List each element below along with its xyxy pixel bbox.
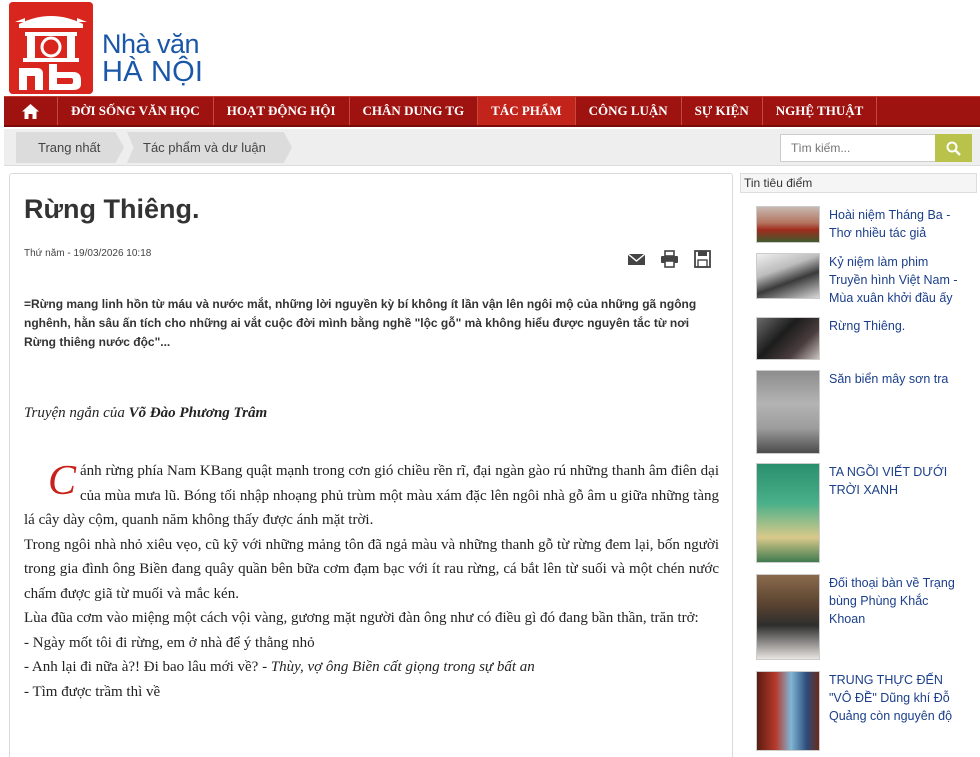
logo-line-1: Nhà văn — [102, 29, 200, 59]
search-icon — [946, 141, 961, 156]
logo-emblem-icon — [9, 2, 93, 94]
print-icon[interactable] — [660, 250, 679, 268]
dialogue-text: - Anh lại đi nữa à?! Đi bao lâu mới về? … — [24, 659, 271, 675]
breadcrumb-category-link[interactable]: Tác phẩm và dư luận — [127, 132, 292, 163]
thumbnail-image[interactable] — [756, 370, 820, 454]
nav-item-tac-pham[interactable]: TÁC PHẨM — [478, 97, 576, 125]
sidebar-item-title[interactable]: TRUNG THỰC ĐẾN "VÔ ĐỀ" Dũng khí Đỗ Quảng… — [829, 671, 967, 751]
nav-item-hoat-dong-hoi[interactable]: HOẠT ĐỘNG HỘI — [214, 97, 350, 125]
article-paragraph: Cánh rừng phía Nam KBang quật mạnh trong… — [24, 459, 719, 533]
site-logo-text[interactable]: Nhà văn HÀ NỘI — [102, 29, 204, 88]
sidebar-featured: Tin tiêu điểm Hoài niệm Tháng Ba - Thơ n… — [740, 173, 980, 757]
search-button[interactable] — [935, 134, 972, 162]
article-byline: Truyện ngắn của Võ Đào Phương Trâm — [24, 405, 267, 422]
nav-home-button[interactable] — [4, 97, 58, 125]
sidebar-item-title[interactable]: TA NGỒI VIẾT DƯỚI TRỜI XANH — [829, 463, 967, 563]
dialogue-line: - Anh lại đi nữa à?! Đi bao lâu mới về? … — [24, 655, 719, 680]
breadcrumb: Trang nhất Tác phẩm và dư luận — [4, 129, 980, 166]
article-panel: Rừng Thiêng. Thứ năm - 19/03/2026 10:18 … — [9, 173, 733, 757]
sidebar-item[interactable]: TRUNG THỰC ĐẾN "VÔ ĐỀ" Dũng khí Đỗ Quảng… — [756, 671, 967, 751]
email-icon[interactable] — [627, 250, 646, 268]
thumbnail-image[interactable] — [756, 463, 820, 563]
article-title: Rừng Thiêng. — [24, 194, 200, 224]
nav-item-chan-dung-tg[interactable]: CHÂN DUNG TG — [350, 97, 479, 125]
sidebar-item-title[interactable]: Kỷ niệm làm phim Truyền hình Việt Nam - … — [829, 253, 967, 307]
nav-item-cong-luan[interactable]: CÔNG LUẬN — [576, 97, 682, 125]
paragraph-text: ánh rừng phía Nam KBang quật mạnh trong … — [24, 463, 719, 528]
sidebar-heading: Tin tiêu điểm — [740, 173, 977, 193]
thumbnail-image[interactable] — [756, 317, 820, 360]
article-paragraph: Trong ngôi nhà nhỏ xiêu vẹo, cũ kỹ với n… — [24, 536, 719, 602]
byline-author: Võ Đào Phương Trâm — [128, 405, 268, 421]
site-logo[interactable] — [9, 2, 93, 94]
save-icon[interactable] — [693, 250, 712, 268]
article-date: Thứ năm - 19/03/2026 10:18 — [24, 248, 152, 259]
site-header: Nhà văn HÀ NỘI — [0, 0, 980, 96]
dialogue-line: - Tìm được trầm thì về — [24, 683, 161, 700]
sidebar-item[interactable]: TA NGỒI VIẾT DƯỚI TRỜI XANH — [756, 463, 967, 563]
sidebar-item[interactable]: Rừng Thiêng. — [756, 317, 967, 360]
search-input[interactable] — [780, 134, 936, 162]
nav-item-su-kien[interactable]: SỰ KIỆN — [682, 97, 763, 125]
article-body: Cánh rừng phía Nam KBang quật mạnh trong… — [24, 459, 719, 704]
thumbnail-image[interactable] — [756, 574, 820, 660]
sidebar-item-title[interactable]: Hoài niệm Tháng Ba - Thơ nhiều tác giả — [829, 206, 967, 243]
main-nav: ĐỜI SỐNG VĂN HỌC HOẠT ĐỘNG HỘI CHÂN DUNG… — [4, 96, 980, 127]
sidebar-item-title[interactable]: Rừng Thiêng. — [829, 317, 967, 360]
dialogue-line: - Ngày mốt tôi đi rừng, em ở nhà để ý th… — [24, 634, 315, 651]
article-lead: =Rừng mang linh hồn từ máu và nước mắt, … — [24, 297, 697, 349]
thumbnail-image[interactable] — [756, 206, 820, 243]
nav-item-nghe-thuat[interactable]: NGHỆ THUẬT — [763, 97, 878, 125]
sidebar-item[interactable]: Kỷ niệm làm phim Truyền hình Việt Nam - … — [756, 253, 967, 307]
thumbnail-image[interactable] — [756, 253, 820, 299]
logo-line-2: HÀ NỘI — [102, 56, 204, 88]
thumbnail-image[interactable] — [756, 671, 820, 751]
dialogue-narration: Thùy, vợ ông Biền cất giọng trong sự bất… — [270, 659, 535, 675]
sidebar-item[interactable]: Hoài niệm Tháng Ba - Thơ nhiều tác giả — [756, 206, 967, 243]
sidebar-item-title[interactable]: Săn biển mây sơn tra — [829, 370, 967, 454]
sidebar-item-title[interactable]: Đối thoại bàn về Trạng bùng Phùng Khắc K… — [829, 574, 967, 660]
sidebar-item[interactable]: Săn biển mây sơn tra — [756, 370, 967, 454]
home-icon — [22, 103, 39, 119]
breadcrumb-home-link[interactable]: Trang nhất — [16, 132, 124, 163]
byline-prefix: Truyện ngắn của — [24, 405, 129, 421]
nav-item-doi-song-van-hoc[interactable]: ĐỜI SỐNG VĂN HỌC — [58, 97, 214, 125]
drop-cap: C — [48, 458, 77, 504]
sidebar-item[interactable]: Đối thoại bàn về Trạng bùng Phùng Khắc K… — [756, 574, 967, 660]
article-tools — [627, 250, 712, 268]
article-paragraph: Lùa đũa cơm vào miệng một cách vội vàng,… — [24, 610, 699, 626]
